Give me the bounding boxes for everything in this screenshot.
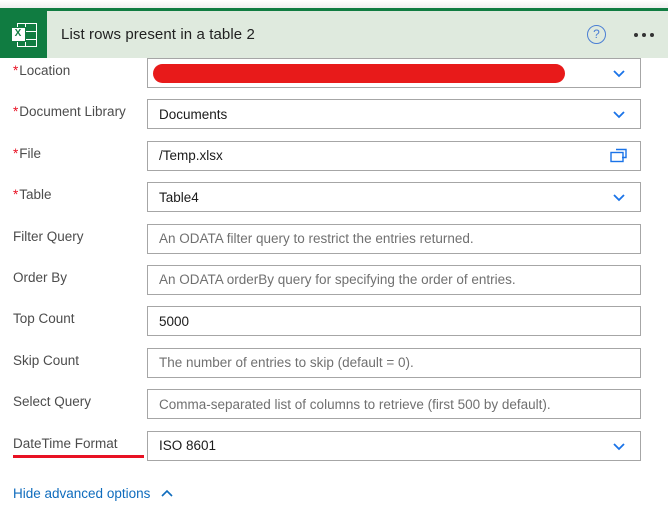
field-placeholder: An ODATA orderBy query for specifying th…: [159, 272, 516, 288]
field-input[interactable]: An ODATA orderBy query for specifying th…: [147, 264, 641, 295]
card-title: List rows present in a table 2: [61, 26, 255, 43]
field-label-text: Select Query: [13, 394, 92, 410]
field-value: ISO 8601: [159, 438, 217, 454]
field-label-text: Skip Count: [13, 352, 80, 368]
required-asterisk: *: [13, 145, 19, 161]
chevron-down-icon[interactable]: [611, 106, 627, 122]
form-row: Top Count 5000: [0, 306, 668, 347]
flow-action-card: X List rows present in a table 2 ? *Loca…: [0, 0, 668, 527]
field-label: *Location: [0, 58, 147, 84]
annotation-underline: [13, 454, 144, 459]
field-input[interactable]: /Temp.xlsx: [147, 140, 641, 171]
hide-advanced-options-link[interactable]: Hide advanced options: [13, 486, 175, 501]
chevron-up-icon: [161, 489, 173, 497]
field-value: /Temp.xlsx: [159, 148, 223, 164]
field-label: Skip Count: [0, 348, 147, 374]
field-label-text: Filter Query: [13, 228, 84, 244]
window-top-strip: [0, 0, 668, 8]
field-label: Filter Query: [0, 224, 147, 250]
form-row: *File/Temp.xlsx: [0, 140, 668, 182]
field-label: *Table: [0, 182, 147, 208]
form-row: *Location: [0, 58, 668, 99]
excel-icon: X: [0, 11, 47, 58]
field-value: Documents: [159, 106, 228, 122]
field-label-text: Table: [19, 187, 52, 203]
required-asterisk: *: [13, 187, 19, 203]
field-input[interactable]: The number of entries to skip (default =…: [147, 347, 641, 378]
chevron-down-icon[interactable]: [611, 65, 627, 81]
required-asterisk: *: [13, 104, 19, 120]
field-label: Select Query: [0, 389, 147, 415]
field-label: *File: [0, 141, 147, 167]
excel-icon-letter: X: [10, 26, 26, 42]
card-header: X List rows present in a table 2 ?: [0, 11, 668, 58]
field-placeholder: An ODATA filter query to restrict the en…: [159, 231, 474, 247]
field-input[interactable]: ISO 8601: [147, 430, 641, 461]
field-label-text: File: [19, 145, 42, 161]
form-row: Filter Query An ODATA filter query to res…: [0, 223, 668, 265]
ellipsis-icon[interactable]: [634, 25, 654, 44]
field-value: Table4: [159, 189, 199, 205]
field-label-text: Document Library: [19, 104, 126, 120]
field-input[interactable]: Documents: [147, 99, 641, 130]
field-input[interactable]: [147, 58, 641, 88]
help-circle-icon[interactable]: ?: [587, 25, 606, 44]
chevron-down-icon[interactable]: [611, 189, 627, 205]
chevron-down-icon[interactable]: [611, 438, 627, 454]
field-placeholder: Comma-separated list of columns to retri…: [159, 396, 551, 412]
field-label: Top Count: [0, 306, 147, 332]
required-asterisk: *: [13, 63, 19, 78]
field-input[interactable]: Comma-separated list of columns to retri…: [147, 389, 641, 420]
folder-icon[interactable]: [610, 148, 628, 163]
field-label: *Document Library: [0, 99, 147, 125]
form-row: Select Query Comma-separated list of colu…: [0, 389, 668, 430]
form-row: Skip Count The number of entries to skip …: [0, 347, 668, 389]
form-row: *Table Table4: [0, 182, 668, 223]
field-input[interactable]: An ODATA filter query to restrict the en…: [147, 223, 641, 254]
redaction-bar: [153, 63, 565, 83]
hide-advanced-options-label: Hide advanced options: [13, 486, 151, 501]
field-label-text: DateTime Format: [13, 435, 118, 451]
field-label: DateTime Format: [0, 431, 147, 459]
form-row: Order By An ODATA orderBy query for speci…: [0, 264, 668, 306]
form-row: *Document Library Documents: [0, 99, 668, 140]
field-label-text: Order By: [13, 269, 68, 285]
field-input[interactable]: Table4: [147, 182, 641, 213]
field-label: Order By: [0, 265, 147, 291]
field-label-text: Location: [19, 63, 71, 78]
field-label-text: Top Count: [13, 311, 75, 327]
field-input[interactable]: 5000: [147, 306, 641, 337]
action-parameters-form: *Location *Document Library Documents *File…: [0, 58, 668, 472]
field-placeholder: The number of entries to skip (default =…: [159, 355, 414, 371]
form-row: DateTime Format ISO 8601: [0, 430, 668, 472]
field-value: 5000: [159, 313, 190, 329]
